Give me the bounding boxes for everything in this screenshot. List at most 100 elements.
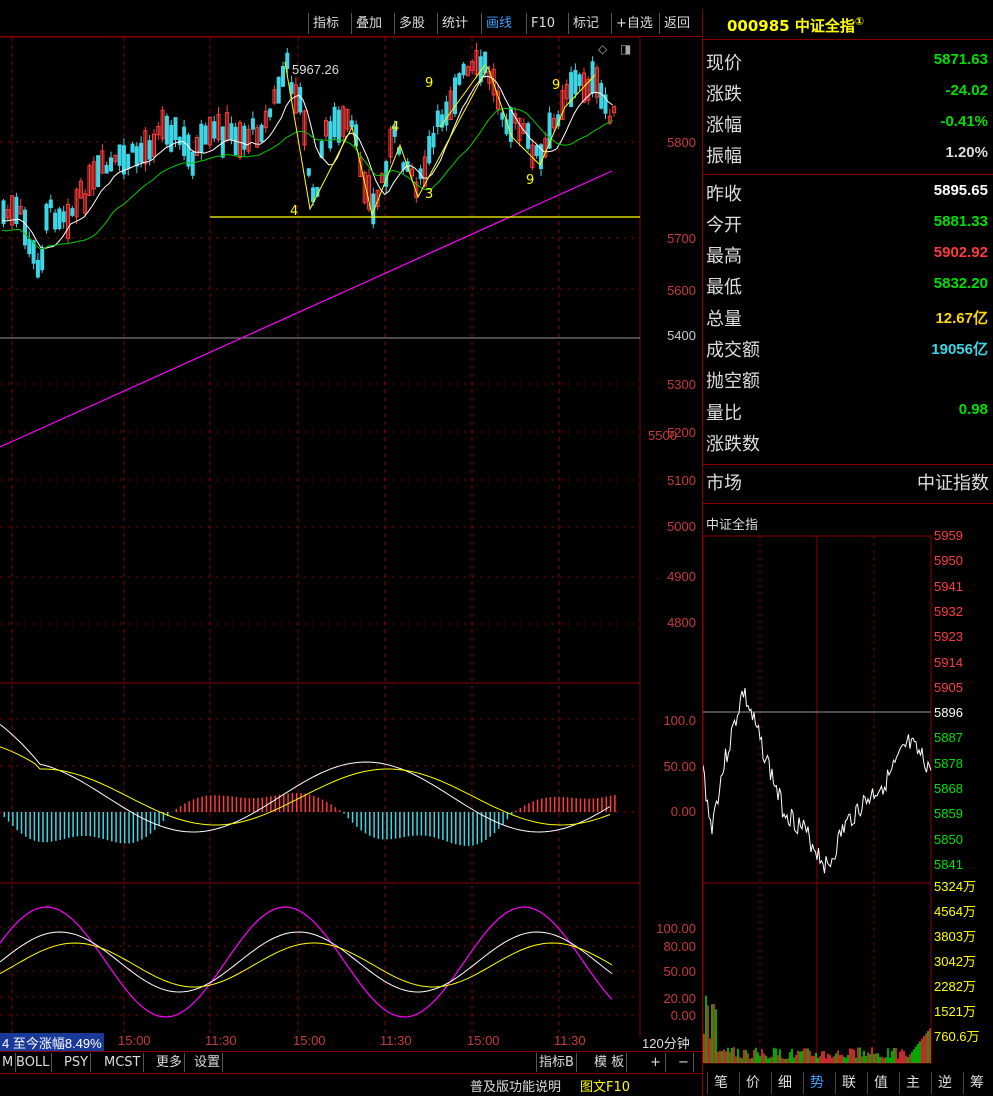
candle-body	[96, 155, 101, 188]
bottom-tab[interactable]: 价	[739, 1072, 766, 1094]
intraday-price-tick: 5878	[934, 755, 963, 771]
tab-boll[interactable]: BOLL	[14, 1053, 53, 1072]
intraday-price-tick: 5923	[934, 629, 963, 645]
multi-stock-button[interactable]: 多股	[394, 13, 429, 34]
back-button[interactable]: 返回	[659, 13, 694, 34]
candle-body	[104, 164, 109, 174]
f10-button[interactable]: F10	[526, 13, 559, 34]
axis-tick: 5000	[667, 519, 696, 534]
bottom-tab[interactable]: 值	[867, 1072, 894, 1094]
axis-tick: 5300	[667, 377, 696, 392]
kline-chart[interactable]	[0, 37, 702, 1037]
candle-body	[173, 117, 178, 141]
candle-body	[212, 121, 217, 139]
f10-link[interactable]: 图文F10	[580, 1076, 630, 1095]
bottom-tab[interactable]: 筹	[963, 1072, 990, 1094]
tab-more[interactable]: 更多	[154, 1053, 186, 1072]
bottom-tab[interactable]: 联	[835, 1072, 862, 1094]
candle-body	[311, 187, 316, 203]
help-link[interactable]: 普及版功能说明	[470, 1076, 561, 1095]
intraday-price-tick: 5841	[934, 856, 963, 872]
candle-body	[203, 125, 208, 145]
bottom-tab[interactable]: 逆	[931, 1072, 958, 1094]
candle-body	[281, 65, 285, 87]
axis-tick: 4800	[667, 615, 696, 630]
candle-body	[229, 123, 234, 140]
candle-body	[44, 203, 49, 231]
candle-body	[164, 115, 169, 145]
candle-body	[35, 259, 40, 278]
intraday-volume-tick: 3042万	[934, 954, 976, 969]
candle-body	[169, 125, 174, 152]
bottom-tab[interactable]: 主	[899, 1072, 926, 1094]
axis-tick: 5700	[667, 231, 696, 246]
indicator-tabs: M BOLL PSY MCST 更多 设置 指标B 模 板 + −	[0, 1051, 702, 1072]
tab-mcst[interactable]: MCST	[102, 1053, 144, 1072]
candle-body	[573, 69, 578, 95]
intraday-volume-tick: 3803万	[934, 929, 976, 944]
time-tick: 15:00	[118, 1033, 151, 1048]
macd-axis-tick: 100.0	[663, 713, 696, 728]
bottom-tab[interactable]: 笔	[707, 1072, 734, 1094]
candle-body	[27, 238, 32, 255]
mark-button[interactable]: 标记	[568, 13, 603, 34]
candle-body	[431, 132, 436, 148]
time-axis: 4 至今涨幅8.49% 15:00 11:30 15:00 11:30 15:0…	[0, 1033, 702, 1052]
status-bar: 普及版功能说明 图文F10	[0, 1073, 702, 1096]
time-tick: 11:30	[554, 1033, 586, 1048]
candle-body	[276, 76, 281, 104]
candle-body	[109, 157, 113, 172]
candle-body	[40, 249, 45, 271]
kdj-d-line	[0, 942, 613, 988]
candle-body	[268, 108, 273, 118]
candle-body	[599, 83, 604, 109]
indicator-b-button[interactable]: 指标B	[536, 1053, 577, 1072]
candle-body	[70, 208, 75, 216]
candle-body	[306, 168, 311, 176]
bottom-tab[interactable]: 势	[803, 1072, 830, 1094]
add-watchlist-button[interactable]: +自选	[611, 13, 657, 34]
tab-settings[interactable]: 设置	[192, 1053, 224, 1072]
candle-body	[427, 136, 432, 164]
candle-body	[242, 125, 247, 150]
tab-psy[interactable]: PSY	[62, 1053, 92, 1072]
quote-panel: 000985 中证全指① 现价 5871.63 涨跌 -24.02 涨幅 -0.41% 振幅…	[702, 9, 993, 1096]
zoom-out-button[interactable]: −	[674, 1053, 694, 1072]
intraday-volume-tick: 4564万	[934, 904, 976, 919]
template-button[interactable]: 模 板	[592, 1053, 628, 1072]
kdj-axis-tick: 20.00	[663, 991, 696, 1006]
candle-body	[319, 141, 324, 158]
bottom-tabs: 笔价细势联值主逆筹	[703, 1069, 993, 1096]
intraday-price-tick: 5959	[934, 528, 963, 543]
macd-axis-tick: 0.00	[670, 804, 696, 819]
top-strip	[0, 0, 993, 9]
indicator-button[interactable]: 指标	[308, 13, 343, 34]
candle-body	[57, 208, 62, 230]
intraday-price-tick: 5896	[934, 705, 963, 721]
range-gain-label: 4 至今涨幅8.49%	[0, 1033, 104, 1052]
panel-toggle-icon[interactable]: ◨	[620, 42, 631, 56]
candle-body	[457, 73, 462, 85]
candle-body	[298, 86, 303, 113]
draw-line-button[interactable]: 画线	[481, 13, 516, 34]
axis-tick: 5800	[667, 135, 696, 150]
kdj-axis-tick: 0.00	[670, 1008, 696, 1023]
period-selector[interactable]: 120分钟	[642, 1033, 690, 1052]
candle-body	[259, 124, 264, 143]
wave-label: 9	[526, 173, 535, 188]
axis-tick: 5600	[667, 283, 696, 298]
candle-body	[444, 101, 449, 126]
bottom-tab[interactable]: 细	[771, 1072, 798, 1094]
kdj-axis-tick: 50.00	[663, 964, 696, 979]
diamond-icon[interactable]: ◇	[598, 42, 607, 56]
zoom-in-button[interactable]: +	[646, 1053, 666, 1072]
candle-body	[53, 212, 58, 230]
statistics-button[interactable]: 统计	[437, 13, 472, 34]
chart-grid	[0, 37, 641, 1037]
candle-body	[186, 134, 191, 167]
axis-tick: 5400	[667, 328, 696, 343]
moving-averages	[0, 75, 640, 448]
peak-price-label: 5967.26	[292, 62, 339, 77]
overlay-button[interactable]: 叠加	[351, 13, 386, 34]
candle-body	[134, 146, 139, 167]
